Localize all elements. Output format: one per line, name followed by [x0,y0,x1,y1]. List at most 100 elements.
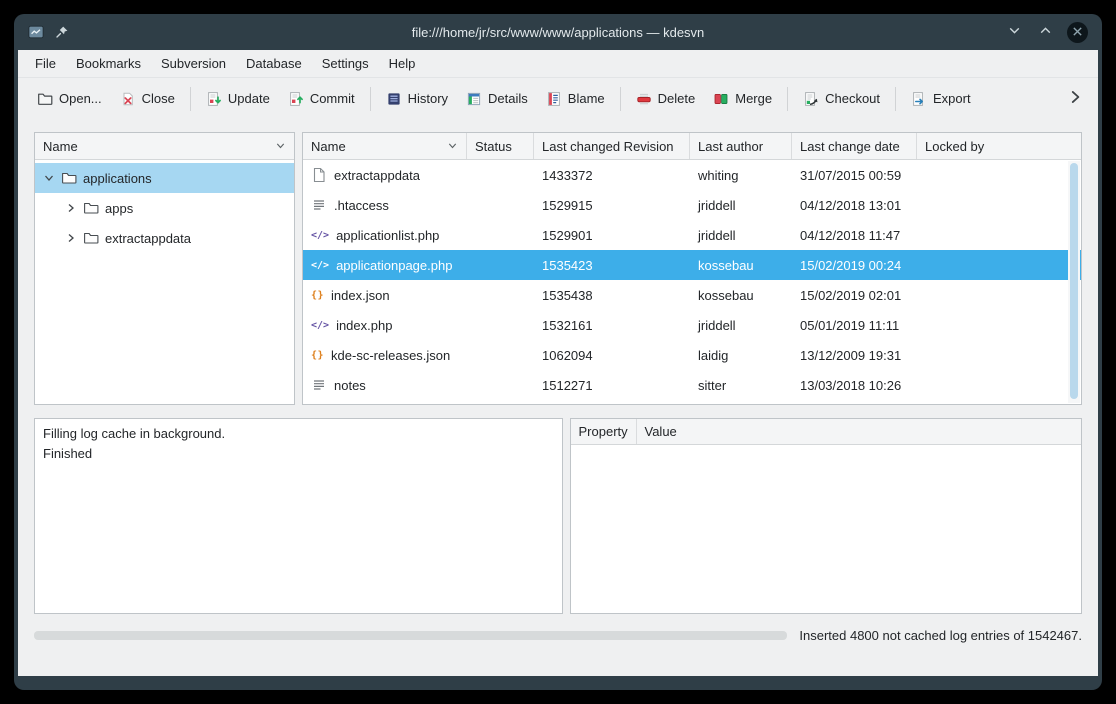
file-list-body: extractappdata 1433372 whiting 31/07/201… [303,160,1081,404]
chevron-down-icon [447,139,458,154]
file-author: jriddell [690,228,792,243]
menubar: File Bookmarks Subversion Database Setti… [18,50,1098,78]
kdesvn-window: file:///home/jr/src/www/www/applications… [14,14,1102,690]
file-row-applicationlist[interactable]: </> applicationlist.php 1529901 jriddell… [303,220,1081,250]
toolbar-overflow-button[interactable] [1062,84,1088,113]
file-name: extractappdata [334,168,420,183]
chevron-down-icon[interactable] [43,173,55,183]
column-header-locked[interactable]: Locked by [917,133,1081,159]
details-button[interactable]: Details [457,85,537,113]
menu-subversion[interactable]: Subversion [151,52,236,75]
close-file-icon [120,91,136,107]
close-file-button[interactable]: Close [111,85,184,113]
file-row-indexjson[interactable]: {} index.json 1535438 kossebau 15/02/201… [303,280,1081,310]
menu-bookmarks[interactable]: Bookmarks [66,52,151,75]
open-button[interactable]: Open... [28,85,111,113]
file-revision: 1529915 [534,198,690,213]
file-row-kdescreleases[interactable]: {} kde-sc-releases.json 1062094 laidig 1… [303,340,1081,370]
file-author: kossebau [690,258,792,273]
chevron-right-icon[interactable] [65,203,77,213]
vertical-scrollbar[interactable] [1068,161,1080,403]
file-date: 13/12/2009 19:31 [792,348,917,363]
blame-icon [546,91,562,107]
file-row-htaccess[interactable]: .htaccess 1529915 jriddell 04/12/2018 13… [303,190,1081,220]
file-row-applicationpage[interactable]: </> applicationpage.php 1535423 kossebau… [303,250,1081,280]
app-icon[interactable] [28,24,44,40]
log-line: Filling log cache in background. [43,424,554,444]
column-header-author[interactable]: Last author [690,133,792,159]
properties-header: Property Value [571,419,1082,445]
tree-item-applications[interactable]: applications [35,163,294,193]
menu-file[interactable]: File [25,52,66,75]
export-button[interactable]: Export [902,85,980,113]
tree-body: applications apps extractappdata [35,160,294,404]
history-icon [386,91,402,107]
minimize-button[interactable] [1005,21,1024,43]
open-folder-icon [37,91,53,107]
toolbar-separator [620,87,621,111]
commit-button[interactable]: Commit [279,85,364,113]
file-revision: 1535438 [534,288,690,303]
checkout-label: Checkout [825,91,880,106]
log-output-panel: Filling log cache in background. Finishe… [34,418,563,614]
file-revision: 1529901 [534,228,690,243]
checkout-button[interactable]: Checkout [794,85,889,113]
titlebar[interactable]: file:///home/jr/src/www/www/applications… [14,14,1102,50]
scrollbar-thumb[interactable] [1070,163,1078,399]
file-row-indexphp[interactable]: </> index.php 1532161 jriddell 05/01/201… [303,310,1081,340]
update-icon [206,91,222,107]
merge-button[interactable]: Merge [704,85,781,113]
file-row-extractappdata[interactable]: extractappdata 1433372 whiting 31/07/201… [303,160,1081,190]
column-header-status[interactable]: Status [467,133,534,159]
tree-item-apps[interactable]: apps [35,193,294,223]
file-date: 31/07/2015 00:59 [792,168,917,183]
menu-help[interactable]: Help [379,52,426,75]
close-button[interactable] [1067,22,1088,43]
file-name: applicationpage.php [336,258,452,273]
column-header-property[interactable]: Property [571,419,637,444]
tree-item-label: extractappdata [105,231,191,246]
column-header-value[interactable]: Value [637,419,1082,444]
file-author: sitter [690,378,792,393]
chevron-right-icon[interactable] [65,233,77,243]
file-revision: 1433372 [534,168,690,183]
column-header-revision[interactable]: Last changed Revision [534,133,690,159]
close-icon [1072,25,1083,40]
blame-button[interactable]: Blame [537,85,614,113]
tree-header-name[interactable]: Name [35,133,294,160]
file-author: laidig [690,348,792,363]
file-date: 13/03/2018 10:26 [792,378,917,393]
file-revision: 1062094 [534,348,690,363]
file-revision: 1532161 [534,318,690,333]
php-file-icon: </> [311,320,329,331]
history-button[interactable]: History [377,85,457,113]
file-author: whiting [690,168,792,183]
tree-item-extractappdata[interactable]: extractappdata [35,223,294,253]
merge-label: Merge [735,91,772,106]
file-row-notes[interactable]: notes 1512271 sitter 13/03/2018 10:26 [303,370,1081,400]
progress-bar [34,631,787,640]
properties-body [571,445,1082,613]
column-header-name[interactable]: Name [303,133,467,159]
status-message: Inserted 4800 not cached log entries of … [799,628,1082,643]
file-name: index.json [331,288,390,303]
toolbar-separator [370,87,371,111]
toolbar: Open... Close Update Commit History [18,78,1098,119]
tree-header-label: Name [43,139,78,154]
pin-icon[interactable] [54,24,70,40]
delete-button[interactable]: Delete [627,85,705,113]
open-label: Open... [59,91,102,106]
menu-database[interactable]: Database [236,52,312,75]
export-label: Export [933,91,971,106]
column-header-date[interactable]: Last change date [792,133,917,159]
content-area: Name applications apps [18,119,1098,676]
window-title: file:///home/jr/src/www/www/applications… [14,25,1102,40]
file-date: 04/12/2018 13:01 [792,198,917,213]
update-button[interactable]: Update [197,85,279,113]
file-revision: 1535423 [534,258,690,273]
text-file-icon [311,197,327,213]
details-icon [466,91,482,107]
folder-icon [83,230,99,246]
menu-settings[interactable]: Settings [312,52,379,75]
maximize-button[interactable] [1036,21,1055,43]
